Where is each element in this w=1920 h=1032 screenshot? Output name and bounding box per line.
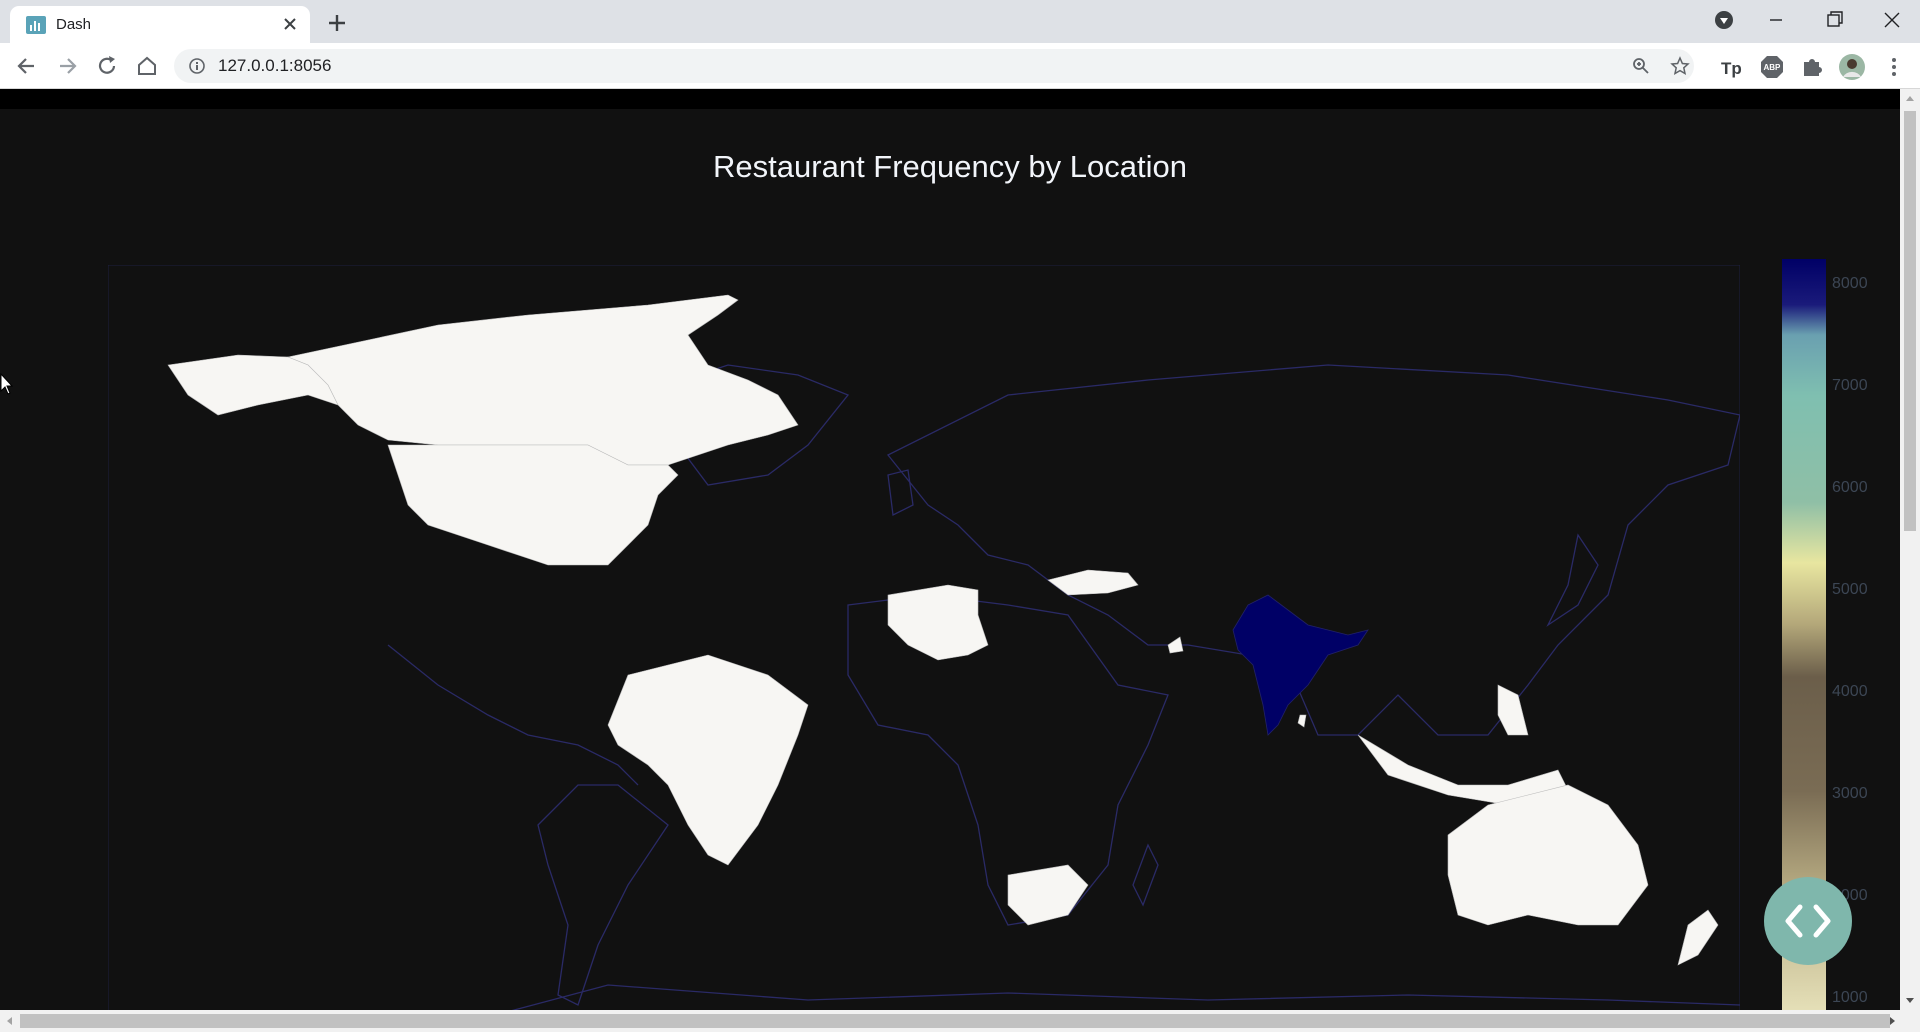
code-nav-button[interactable] (1764, 877, 1852, 965)
zoom-icon[interactable] (1632, 57, 1650, 75)
close-icon[interactable] (280, 14, 300, 34)
horizontal-scroll-thumb[interactable] (20, 1014, 1890, 1028)
minimize-icon[interactable] (1762, 8, 1790, 32)
chevron-left-right-icon (1785, 904, 1831, 938)
page-viewport: Restaurant Frequency by Location 8000 70… (0, 89, 1900, 1010)
madagascar-outline (1132, 843, 1159, 907)
abp-extension-icon[interactable]: ABP (1758, 53, 1786, 81)
colorbar-tick: 5000 (1832, 581, 1868, 598)
colorbar-tick: 6000 (1832, 479, 1868, 496)
browser-tab[interactable]: Dash (10, 6, 310, 43)
reload-icon[interactable] (94, 53, 120, 79)
home-icon[interactable] (134, 53, 160, 79)
svg-text:Tp: Tp (1721, 59, 1742, 78)
plus-icon[interactable] (325, 11, 349, 35)
central-america-outline (387, 644, 639, 786)
colorbar-tick: 3000 (1832, 785, 1868, 802)
scroll-up-icon[interactable] (1904, 93, 1916, 105)
menu-icon[interactable] (1880, 53, 1908, 81)
address-bar[interactable]: 127.0.0.1:8056 (174, 49, 1694, 83)
scroll-right-icon[interactable] (1886, 1015, 1898, 1027)
tab-bar: Dash (0, 0, 1920, 43)
antarctica-outline (511, 984, 1740, 1010)
top-strip (0, 89, 1900, 109)
uae-region (1167, 636, 1184, 654)
sri-lanka-region (1297, 714, 1307, 728)
canada-region (286, 294, 799, 466)
restore-icon[interactable] (1820, 8, 1848, 32)
media-icon[interactable] (1710, 8, 1738, 32)
australia-region (1447, 784, 1649, 926)
url-text[interactable]: 127.0.0.1:8056 (218, 56, 331, 76)
turkey-region (1047, 569, 1139, 596)
info-icon[interactable] (188, 57, 206, 75)
south-africa-region (1007, 864, 1089, 926)
vertical-scroll-thumb[interactable] (1904, 111, 1916, 531)
algeria-region (887, 584, 989, 661)
star-icon[interactable] (1670, 56, 1690, 76)
tab-title: Dash (56, 16, 92, 33)
back-icon[interactable] (14, 53, 40, 79)
mouse-cursor-icon (0, 373, 14, 395)
world-choropleth-map[interactable] (108, 265, 1740, 1010)
tp-extension-icon[interactable]: Tp (1718, 53, 1746, 81)
uk-outline (887, 469, 914, 516)
eurasia-outline (886, 364, 1740, 736)
india-region (1232, 594, 1369, 736)
colorbar-tick: 1000 (1832, 989, 1868, 1006)
browser-toolbar: 127.0.0.1:8056 Tp ABP (0, 43, 1920, 89)
dash-favicon (26, 16, 46, 34)
vertical-scrollbar[interactable] (1900, 89, 1920, 1010)
horizontal-scrollbar[interactable] (0, 1010, 1920, 1032)
scroll-left-icon[interactable] (4, 1015, 16, 1027)
colorbar-tick: 4000 (1832, 683, 1868, 700)
philippines-region (1497, 684, 1529, 736)
brazil-region (607, 654, 809, 866)
south-america-outline (537, 784, 669, 1006)
japan-outline (1546, 533, 1599, 627)
profile-avatar[interactable] (1838, 53, 1866, 81)
forward-icon[interactable] (54, 53, 80, 79)
colorbar-tick: 8000 (1832, 275, 1868, 292)
chart-title: Restaurant Frequency by Location (713, 149, 1187, 184)
new-zealand-region (1677, 909, 1719, 966)
window-close-icon[interactable] (1878, 8, 1906, 32)
scroll-down-icon[interactable] (1904, 994, 1916, 1006)
colorbar-tick: 7000 (1832, 377, 1868, 394)
svg-text:ABP: ABP (1764, 63, 1782, 72)
puzzle-icon[interactable] (1798, 53, 1826, 81)
